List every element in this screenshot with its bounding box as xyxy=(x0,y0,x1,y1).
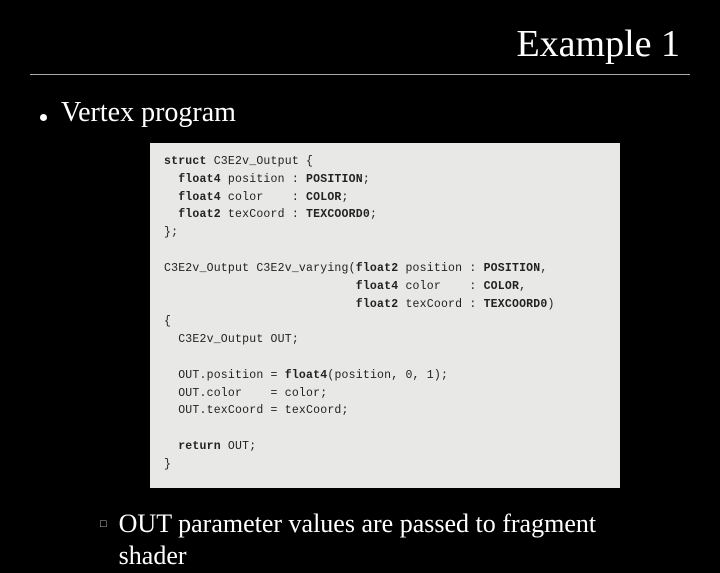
bullet-dot-icon xyxy=(40,114,47,121)
slide-title: Example 1 xyxy=(0,0,720,74)
sub-bullet-item: □ OUT parameter values are passed to fra… xyxy=(40,508,680,573)
sub-bullet-square-icon: □ xyxy=(100,518,107,530)
bullet-item: Vertex program xyxy=(40,97,680,129)
code-snippet: struct C3E2v_Output { float4 position : … xyxy=(150,143,620,488)
sub-bullet-text: OUT parameter values are passed to fragm… xyxy=(119,508,640,573)
bullet-text: Vertex program xyxy=(61,97,236,129)
slide-body: Vertex program struct C3E2v_Output { flo… xyxy=(0,75,720,573)
